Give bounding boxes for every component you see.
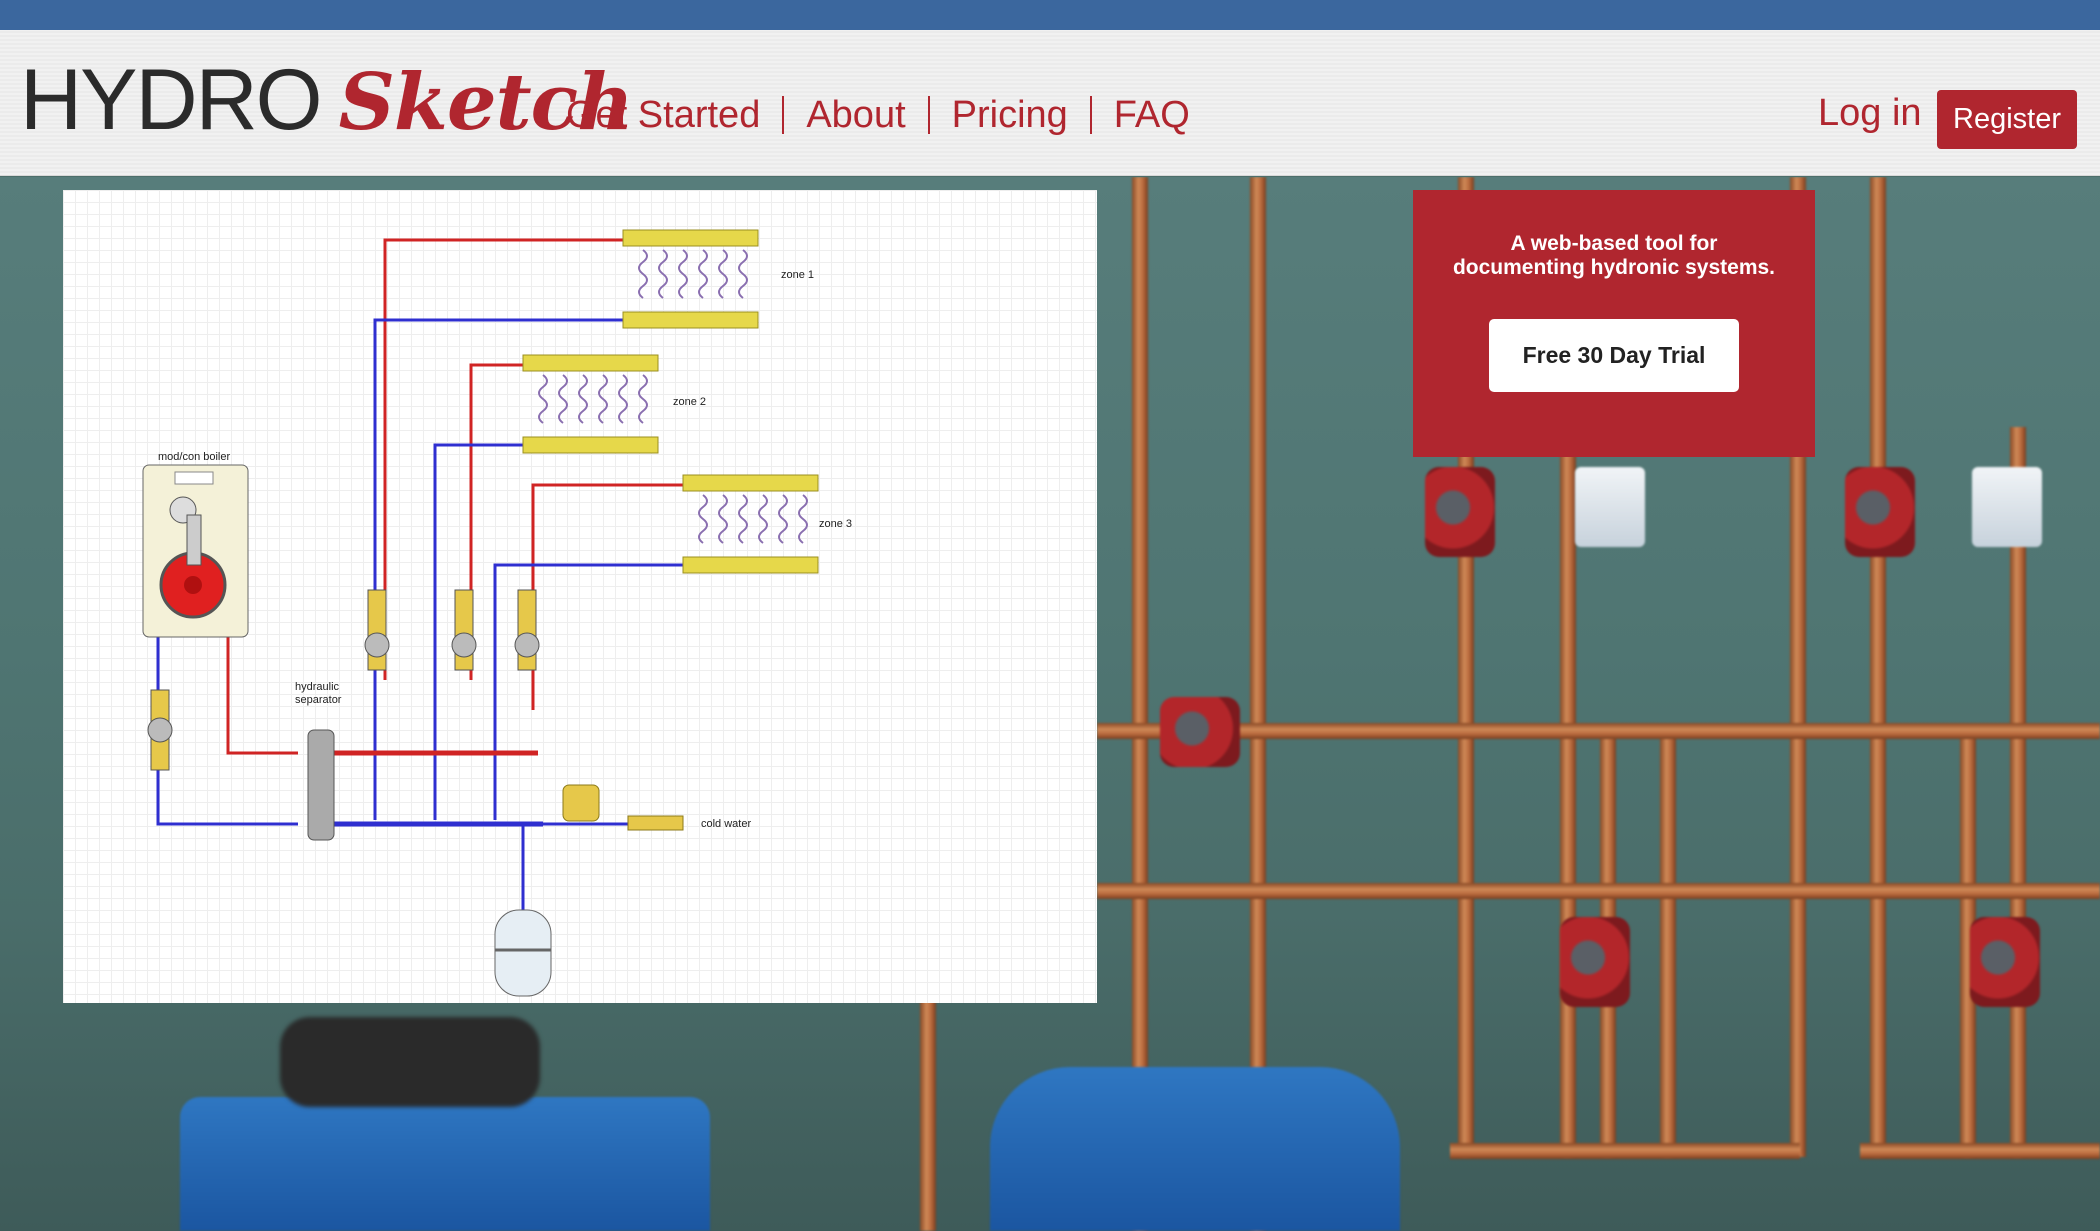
nav-get-started[interactable]: Get Started — [566, 90, 760, 140]
zone1-supply-pipe — [383, 238, 623, 680]
register-button[interactable]: Register — [1937, 90, 2077, 149]
zone1-manifold — [622, 229, 759, 329]
main-nav: Get Started About Pricing FAQ — [566, 90, 1190, 140]
logo-hydro-text: HYDRO — [20, 52, 323, 148]
nav-divider — [782, 96, 785, 134]
hydronic-system-diagram: mod/con boiler hydraulic separator zone … — [63, 190, 1097, 1003]
label-separator-2: separator — [295, 694, 342, 706]
expansion-tank-icon — [494, 909, 552, 997]
zone1-return-pipe — [373, 318, 623, 820]
nav-divider — [927, 96, 930, 134]
label-zone2: zone 2 — [673, 396, 706, 408]
free-trial-button[interactable]: Free 30 Day Trial — [1489, 319, 1739, 392]
zone3-supply-pipe — [531, 483, 683, 710]
top-accent-bar — [0, 0, 2100, 30]
zone2-return-pipe — [433, 443, 523, 820]
promo-tagline-line2: documenting hydronic systems. — [1452, 256, 1776, 279]
label-boiler: mod/con boiler — [158, 451, 230, 463]
boiler-icon — [142, 464, 249, 638]
site-header: HYDRO Sketch Get Started About Pricing F… — [0, 30, 2100, 176]
promo-tagline-line1: A web-based tool for — [1510, 232, 1718, 255]
promo-box: A web-based tool for documenting hydroni… — [1413, 190, 1815, 457]
label-separator-1: hydraulic — [295, 681, 340, 693]
nav-pricing[interactable]: Pricing — [952, 90, 1068, 140]
nav-about[interactable]: About — [806, 90, 905, 140]
hydraulic-separator-icon — [307, 729, 335, 841]
label-zone3: zone 3 — [819, 518, 852, 530]
label-cold-water: cold water — [701, 818, 751, 830]
zone2-manifold — [522, 354, 659, 454]
boiler-supply-pipe — [226, 625, 298, 755]
label-zone1: zone 1 — [781, 269, 814, 281]
diagram-schematic: mod/con boiler hydraulic separator zone … — [142, 229, 852, 997]
site-logo[interactable]: HYDRO Sketch — [20, 50, 634, 150]
zone2-supply-pipe — [469, 363, 523, 680]
login-link[interactable]: Log in — [1818, 88, 1922, 138]
nav-faq[interactable]: FAQ — [1114, 90, 1190, 140]
nav-divider — [1089, 96, 1092, 134]
zone3-manifold — [682, 474, 819, 574]
promo-tagline: A web-based tool for documenting hydroni… — [1413, 232, 1815, 280]
